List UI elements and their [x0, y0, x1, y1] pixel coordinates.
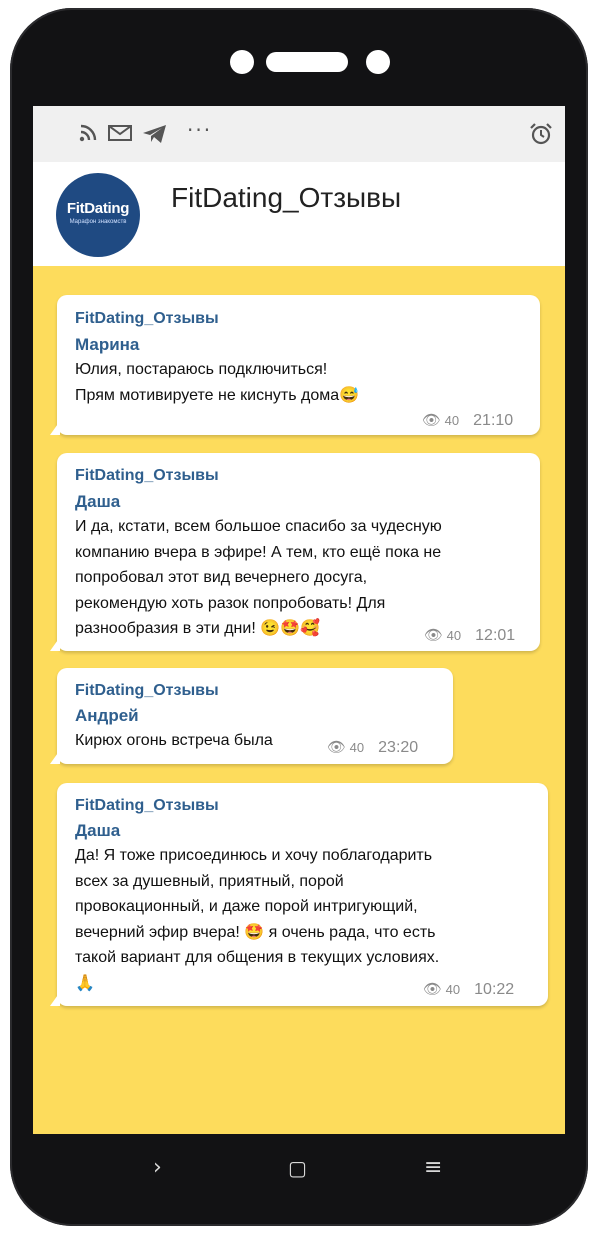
message-text: Кирюх огонь встреча была: [75, 732, 273, 749]
bubble-tail: [50, 637, 60, 651]
message-bubble[interactable]: FitDating_Отзывы Андрей Кирюх огонь встр…: [50, 668, 453, 764]
view-count: 40: [445, 982, 461, 997]
earpiece-speaker: [266, 52, 348, 72]
mail-icon: [108, 124, 132, 147]
message-author: Даша: [75, 821, 121, 840]
screen: ··· FitDating Марафон знакомств FitDatin…: [33, 106, 565, 1134]
message-sender: FitDating_Отзывы: [75, 310, 219, 327]
message-meta: 👁 40 10:22: [423, 980, 514, 999]
back-button[interactable]: ›: [153, 1154, 162, 1182]
views-icon: 👁: [424, 627, 444, 644]
system-nav-bar: › ▢ ≡: [10, 1134, 588, 1226]
bubble-tail: [50, 750, 60, 764]
views-icon: 👁: [423, 981, 443, 998]
avatar-subtitle: Марафон знакомств: [69, 219, 127, 225]
home-button[interactable]: ▢: [288, 1154, 307, 1182]
alarm-icon: [529, 122, 553, 151]
view-count: 40: [446, 628, 462, 643]
more-icon: ···: [187, 118, 213, 142]
bubble-tail: [50, 992, 60, 1006]
message-time: 21:10: [473, 412, 514, 429]
views-icon: 👁: [422, 412, 442, 429]
phone-frame: ··· FitDating Марафон знакомств FitDatin…: [10, 8, 588, 1226]
message-meta: 👁 40 21:10: [422, 411, 513, 430]
avatar-logo: FitDating: [66, 200, 130, 217]
view-count: 40: [444, 413, 460, 428]
status-bar: ···: [33, 106, 565, 162]
message-time: 23:20: [378, 739, 419, 756]
message-time: 10:22: [474, 981, 515, 998]
proximity-sensor: [366, 50, 390, 74]
message-sender: FitDating_Отзывы: [75, 797, 219, 814]
rss-icon: [79, 124, 97, 147]
message-author: Андрей: [75, 706, 139, 725]
message-text: И да, кстати, всем большое спасибо за чу…: [75, 518, 442, 637]
chat-header[interactable]: FitDating Марафон знакомств FitDating_От…: [33, 162, 565, 266]
bubble-tail: [50, 421, 60, 435]
views-icon: 👁: [327, 739, 347, 756]
message-meta: 👁 40 12:01: [424, 626, 515, 645]
message-time: 12:01: [475, 627, 516, 644]
message-bubble[interactable]: FitDating_Отзывы Даша Да! Я тоже присоед…: [50, 783, 548, 1006]
view-count: 40: [349, 740, 365, 755]
channel-avatar[interactable]: FitDating Марафон знакомств: [56, 173, 140, 257]
message-meta: 👁 40 23:20: [327, 738, 418, 757]
front-camera: [230, 50, 254, 74]
message-author: Даша: [75, 492, 121, 511]
message-text: Да! Я тоже присоединюсь и хочу поблагода…: [75, 847, 440, 992]
message-text: Юлия, постараюсь подключиться! Прям моти…: [75, 361, 360, 404]
telegram-icon: [142, 124, 168, 149]
message-bubble[interactable]: FitDating_Отзывы Марина Юлия, постараюсь…: [50, 295, 540, 435]
message-sender: FitDating_Отзывы: [75, 682, 219, 699]
channel-title: FitDating_Отзывы: [171, 182, 402, 213]
message-bubble[interactable]: FitDating_Отзывы Даша И да, кстати, всем…: [50, 453, 540, 651]
message-author: Марина: [75, 335, 140, 354]
message-sender: FitDating_Отзывы: [75, 467, 219, 484]
menu-button[interactable]: ≡: [424, 1154, 442, 1182]
